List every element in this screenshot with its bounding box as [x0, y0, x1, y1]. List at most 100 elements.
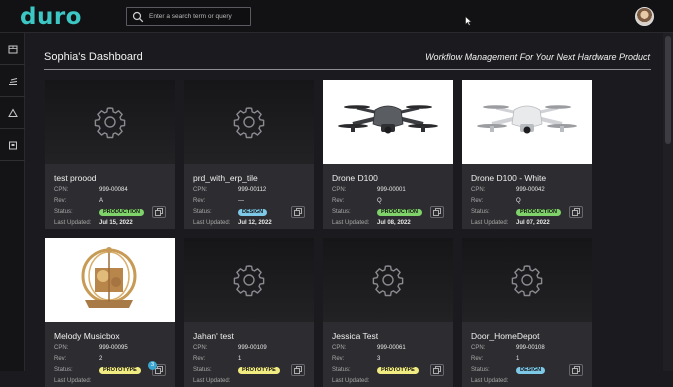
count-badge: 3 [148, 361, 157, 370]
duplicate-button[interactable] [291, 364, 305, 376]
cpn-value: 999-00109 [238, 345, 267, 351]
product-thumbnail[interactable] [462, 80, 592, 164]
cpn-label: CPN: [193, 187, 208, 193]
package-icon [8, 141, 17, 149]
status-label: Status: [54, 367, 73, 373]
status-badge: PRODUCTION [377, 209, 422, 216]
sidebar-release-button[interactable] [0, 129, 25, 161]
rev-label: Rev: [471, 356, 484, 362]
last-updated-value: Jul 15, 2022 [99, 220, 133, 226]
cpn-value: 999-00061 [377, 345, 406, 351]
duplicate-icon [155, 208, 163, 216]
product-card[interactable]: Jessica Test CPN: 999-00061 Rev: 3 Statu… [323, 238, 453, 387]
last-updated-value: Jul 12, 2022 [238, 220, 272, 226]
last-updated-label: Last Updated: [54, 220, 92, 226]
search-box[interactable] [126, 7, 251, 26]
product-card[interactable]: Drone D100 - White CPN: 999-00042 Rev: Q… [462, 80, 592, 229]
rev-label: Rev: [332, 198, 345, 204]
last-updated-label: Last Updated: [193, 220, 231, 226]
gear-icon [233, 265, 265, 297]
cpn-value: 999-00084 [99, 187, 128, 193]
rev-label: Rev: [332, 356, 345, 362]
product-card[interactable]: test proood CPN: 999-00084 Rev: A Status… [45, 80, 175, 229]
product-card[interactable]: Melody Musicbox CPN: 999-00095 Rev: 2 St… [45, 238, 175, 387]
rev-label: Rev: [193, 198, 206, 204]
cpn-label: CPN: [193, 345, 208, 351]
last-updated-label: Last Updated: [332, 220, 370, 226]
product-card[interactable]: prd_with_erp_tile CPN: 999-00112 Rev: — … [184, 80, 314, 229]
product-card[interactable]: Jahan' test CPN: 999-00109 Rev: 1 Status… [184, 238, 314, 387]
search-input[interactable] [149, 9, 249, 24]
product-name[interactable]: test proood [54, 173, 97, 183]
product-name[interactable]: Drone D100 [332, 173, 378, 183]
status-label: Status: [193, 367, 212, 373]
product-name[interactable]: Jessica Test [332, 331, 378, 341]
product-thumbnail[interactable] [323, 80, 453, 164]
product-thumbnail[interactable] [45, 238, 175, 322]
cpn-value: 999-00001 [377, 187, 406, 193]
product-card[interactable]: Door_HomeDepot CPN: 999-00108 Rev: 1 Sta… [462, 238, 592, 387]
rev-value: A [99, 198, 104, 204]
rev-label: Rev: [54, 356, 67, 362]
duplicate-button[interactable] [569, 206, 583, 218]
gear-icon [511, 265, 543, 297]
product-name[interactable]: Melody Musicbox [54, 331, 120, 341]
cpn-label: CPN: [54, 345, 69, 351]
rev-label: Rev: [54, 198, 67, 204]
tagline: Workflow Management For Your Next Hardwa… [425, 52, 650, 62]
drone-image [338, 105, 438, 134]
product-thumbnail[interactable] [184, 238, 314, 322]
product-thumbnail[interactable] [462, 238, 592, 322]
last-updated-label: Last Updated: [471, 378, 509, 384]
last-updated-value: Jul 07, 2022 [516, 220, 550, 226]
duplicate-button[interactable] [152, 206, 166, 218]
box-icon [8, 45, 17, 53]
duplicate-button[interactable] [291, 206, 305, 218]
rev-value: 3 [377, 356, 381, 362]
status-badge: DESIGN [238, 209, 268, 216]
user-avatar[interactable] [635, 7, 654, 26]
search-icon [132, 11, 144, 23]
cpn-value: 999-00095 [99, 345, 128, 351]
duplicate-icon [294, 366, 302, 374]
duplicate-button[interactable] [569, 364, 583, 376]
rev-value: — [238, 198, 244, 204]
musicbox-image [81, 247, 137, 308]
product-name[interactable]: Door_HomeDepot [471, 331, 540, 341]
duplicate-icon [572, 208, 580, 216]
scrollbar-thumb[interactable] [665, 36, 671, 144]
cpn-label: CPN: [54, 187, 69, 193]
product-thumbnail[interactable] [45, 80, 175, 164]
triangle-icon [7, 107, 18, 117]
duplicate-icon [294, 208, 302, 216]
page-title: Sophia's Dashboard [44, 51, 143, 63]
sidebar-products-button[interactable] [0, 33, 25, 65]
duplicate-button[interactable] [430, 364, 444, 376]
status-label: Status: [332, 367, 351, 373]
cpn-value: 999-00112 [238, 187, 267, 193]
status-label: Status: [193, 209, 212, 215]
sidebar-components-button[interactable] [0, 65, 25, 97]
top-bar: duro [0, 0, 673, 33]
product-name[interactable]: Drone D100 - White [471, 173, 546, 183]
cpn-label: CPN: [471, 187, 486, 193]
dashboard-main: Sophia's Dashboard Workflow Management F… [26, 33, 663, 387]
duplicate-icon [572, 366, 580, 374]
sidebar-changes-button[interactable] [0, 97, 25, 129]
product-name[interactable]: prd_with_erp_tile [193, 173, 258, 183]
rev-label: Rev: [193, 356, 206, 362]
last-updated-label: Last Updated: [471, 220, 509, 226]
status-label: Status: [471, 209, 490, 215]
product-thumbnail[interactable] [323, 238, 453, 322]
duro-logo[interactable]: duro [20, 4, 82, 30]
product-thumbnail[interactable] [184, 80, 314, 164]
product-name[interactable]: Jahan' test [193, 331, 234, 341]
rev-label: Rev: [471, 198, 484, 204]
rev-value: 2 [99, 356, 103, 362]
last-updated-label: Last Updated: [54, 378, 92, 384]
product-card[interactable]: Drone D100 CPN: 999-00001 Rev: Q Status:… [323, 80, 453, 229]
duplicate-button[interactable] [430, 206, 444, 218]
stack-icon [8, 77, 17, 85]
status-badge: PRODUCTION [516, 209, 561, 216]
cpn-value: 999-00108 [516, 345, 545, 351]
